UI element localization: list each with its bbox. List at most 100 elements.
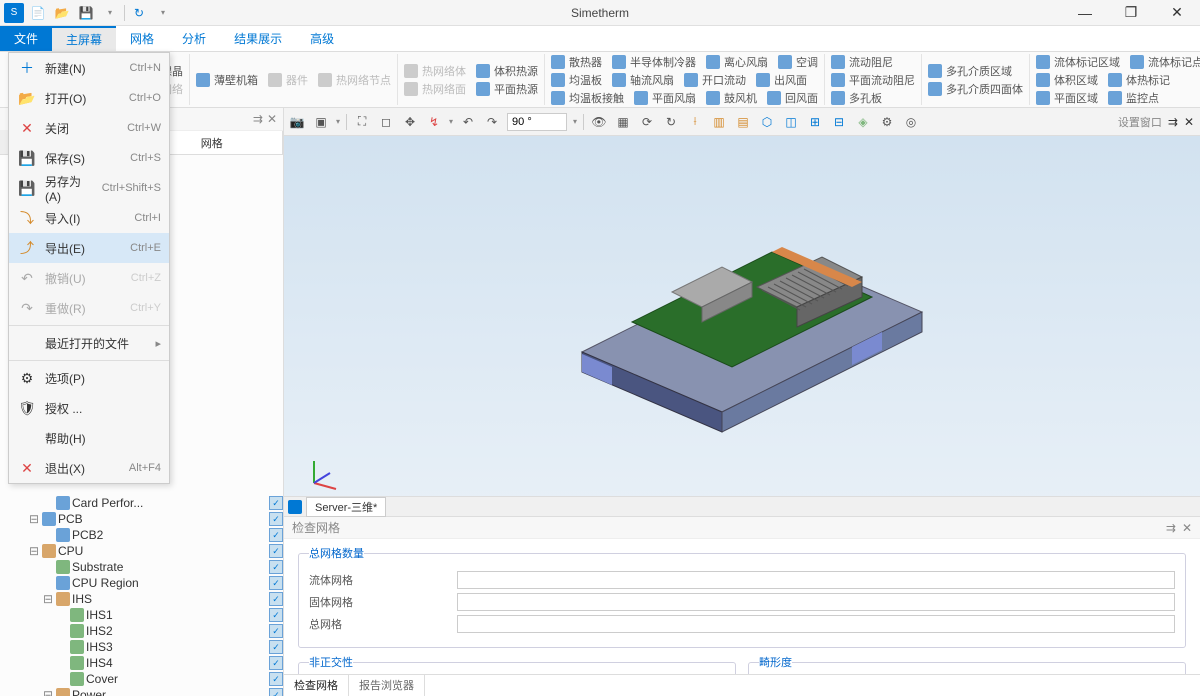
tab-home[interactable]: 主屏幕 xyxy=(52,26,116,51)
file-menu-item[interactable]: 💾保存(S)Ctrl+S xyxy=(9,143,169,173)
camera-icon[interactable]: 📷 xyxy=(288,113,306,131)
tool1-icon[interactable]: ⊞ xyxy=(806,113,824,131)
tab-results[interactable]: 结果展示 xyxy=(220,26,296,51)
tree-row[interactable]: IHS3✓ xyxy=(0,639,283,655)
ribbon-item[interactable]: 散热器 xyxy=(551,54,602,70)
ribbon-item[interactable]: 鼓风机 xyxy=(706,90,757,106)
ribbon-item[interactable]: 薄壁机箱 xyxy=(196,72,258,88)
save-icon[interactable]: 💾 xyxy=(76,3,96,23)
qat-dropdown-icon[interactable]: ▾ xyxy=(100,3,120,23)
tab-analyze[interactable]: 分析 xyxy=(168,26,220,51)
file-menu-item[interactable]: ✕退出(X)Alt+F4 xyxy=(9,453,169,483)
tree-row[interactable]: Card Perfor...✓ xyxy=(0,495,283,511)
ribbon-item[interactable]: 平面风扇 xyxy=(634,90,696,106)
tool2-icon[interactable]: ⊟ xyxy=(830,113,848,131)
settings-window-label[interactable]: 设置窗口 xyxy=(1118,114,1162,130)
ribbon-item[interactable]: 均温板接触 xyxy=(551,90,624,106)
measure-icon[interactable]: ⟊ xyxy=(686,113,704,131)
tree-row[interactable]: IHS2✓ xyxy=(0,623,283,639)
ribbon-item[interactable]: 体热标记 xyxy=(1108,72,1170,88)
section-icon[interactable]: ▥ xyxy=(710,113,728,131)
viewport-tab[interactable]: Server-三维* xyxy=(306,497,386,517)
pin-icon[interactable]: ⇉ xyxy=(253,112,263,126)
tree-row[interactable]: PCB2✓ xyxy=(0,527,283,543)
file-menu-item[interactable]: ⤵导入(I)Ctrl+I xyxy=(9,203,169,233)
close-button[interactable]: ✕ xyxy=(1154,0,1200,26)
file-menu-item[interactable]: 最近打开的文件▸ xyxy=(9,328,169,358)
select-icon[interactable]: ◫ xyxy=(782,113,800,131)
open-icon[interactable]: 📄 xyxy=(28,3,48,23)
ribbon-item[interactable]: 回风面 xyxy=(767,90,818,106)
tab-mesh[interactable]: 网格 xyxy=(116,26,168,51)
tree-row[interactable]: ⊟Power✓ xyxy=(0,687,283,696)
link-icon[interactable]: ⬡ xyxy=(758,113,776,131)
tree-row[interactable]: Substrate✓ xyxy=(0,559,283,575)
cube-icon[interactable]: ▣ xyxy=(312,113,330,131)
axis-icon[interactable]: ↯ xyxy=(425,113,443,131)
file-menu-item[interactable]: 帮助(H) xyxy=(9,423,169,453)
3d-viewport[interactable]: Server-三维* xyxy=(284,136,1200,516)
ribbon-item[interactable]: 开口流动 xyxy=(684,72,746,88)
qat-dropdown2-icon[interactable]: ▾ xyxy=(153,3,173,23)
rotation-input[interactable] xyxy=(507,113,567,131)
mesh-field[interactable] xyxy=(457,571,1175,589)
ribbon-item[interactable]: 平面区域 xyxy=(1036,90,1098,106)
pan-icon[interactable]: ✥ xyxy=(401,113,419,131)
ribbon-item[interactable]: 流动阻尼 xyxy=(831,54,893,70)
ribbon-item[interactable]: 多孔介质区域 xyxy=(928,63,1012,79)
tree-row[interactable]: Cover✓ xyxy=(0,671,283,687)
tree-row[interactable]: CPU Region✓ xyxy=(0,575,283,591)
pin2-icon[interactable]: ⇉ xyxy=(1168,115,1178,129)
mesh-field[interactable] xyxy=(457,615,1175,633)
refresh2-icon[interactable]: ⟳ xyxy=(638,113,656,131)
ribbon-item[interactable]: 均温板 xyxy=(551,72,602,88)
file-menu-item[interactable]: ＋新建(N)Ctrl+N xyxy=(9,53,169,83)
pin3-icon[interactable]: ⇉ xyxy=(1166,521,1176,535)
rotate-cw-icon[interactable]: ↷ xyxy=(483,113,501,131)
file-menu-item[interactable]: ⤴导出(E)Ctrl+E xyxy=(9,233,169,263)
bp-tab-report[interactable]: 报告浏览器 xyxy=(349,675,425,696)
ribbon-item[interactable]: 平面流动阻尼 xyxy=(831,72,915,88)
tree-row[interactable]: ⊟PCB✓ xyxy=(0,511,283,527)
ribbon-item[interactable]: 流体标记点 xyxy=(1130,54,1200,70)
ribbon-item[interactable]: 多孔板 xyxy=(831,90,882,106)
rotate-ccw-icon[interactable]: ↶ xyxy=(459,113,477,131)
close-icon[interactable]: ✕ xyxy=(267,112,277,126)
redo-icon[interactable]: ↻ xyxy=(662,113,680,131)
maximize-button[interactable]: ❐ xyxy=(1108,0,1154,26)
tree-row[interactable]: ⊟CPU✓ xyxy=(0,543,283,559)
close2-icon[interactable]: ✕ xyxy=(1184,115,1194,129)
ribbon-item[interactable]: 轴流风扇 xyxy=(612,72,674,88)
tree-row[interactable]: ⊟IHS✓ xyxy=(0,591,283,607)
file-menu-item[interactable]: 💾另存为(A)Ctrl+Shift+S xyxy=(9,173,169,203)
close3-icon[interactable]: ✕ xyxy=(1182,521,1192,535)
ribbon-item[interactable]: 平面热源 xyxy=(476,81,538,97)
ribbon-item[interactable]: 多孔介质四面体 xyxy=(928,81,1023,97)
zoom-window-icon[interactable]: ◻ xyxy=(377,113,395,131)
refresh-icon[interactable]: ↻ xyxy=(129,3,149,23)
wire-icon[interactable]: ▦ xyxy=(614,113,632,131)
minimize-button[interactable]: — xyxy=(1062,0,1108,26)
ribbon-item[interactable]: 出风面 xyxy=(756,72,807,88)
open-folder-icon[interactable]: 📂 xyxy=(52,3,72,23)
ribbon-item[interactable]: 体积区域 xyxy=(1036,72,1098,88)
ribbon-item[interactable]: 空调 xyxy=(778,54,818,70)
tool5-icon[interactable]: ◎ xyxy=(902,113,920,131)
file-menu-item[interactable]: 📂打开(O)Ctrl+O xyxy=(9,83,169,113)
ribbon-item[interactable]: 流体标记区域 xyxy=(1036,54,1120,70)
ribbon-item[interactable]: 体积热源 xyxy=(476,63,538,79)
ribbon-item[interactable]: 半导体制冷器 xyxy=(612,54,696,70)
view-icon[interactable]: 👁 xyxy=(590,113,608,131)
file-menu-item[interactable]: 🛡授权 ... xyxy=(9,393,169,423)
ribbon-item[interactable]: 监控点 xyxy=(1108,90,1159,106)
tab-file[interactable]: 文件 xyxy=(0,26,52,51)
tool3-icon[interactable]: ◈ xyxy=(854,113,872,131)
file-menu-item[interactable]: ✕关闭Ctrl+W xyxy=(9,113,169,143)
tree-row[interactable]: IHS4✓ xyxy=(0,655,283,671)
file-menu-item[interactable]: ⚙选项(P) xyxy=(9,363,169,393)
align-icon[interactable]: ▤ xyxy=(734,113,752,131)
bp-tab-check[interactable]: 检查网格 xyxy=(284,675,349,696)
zoom-fit-icon[interactable]: ⛶ xyxy=(353,113,371,131)
tool4-icon[interactable]: ⚙ xyxy=(878,113,896,131)
ribbon-item[interactable]: 离心风扇 xyxy=(706,54,768,70)
